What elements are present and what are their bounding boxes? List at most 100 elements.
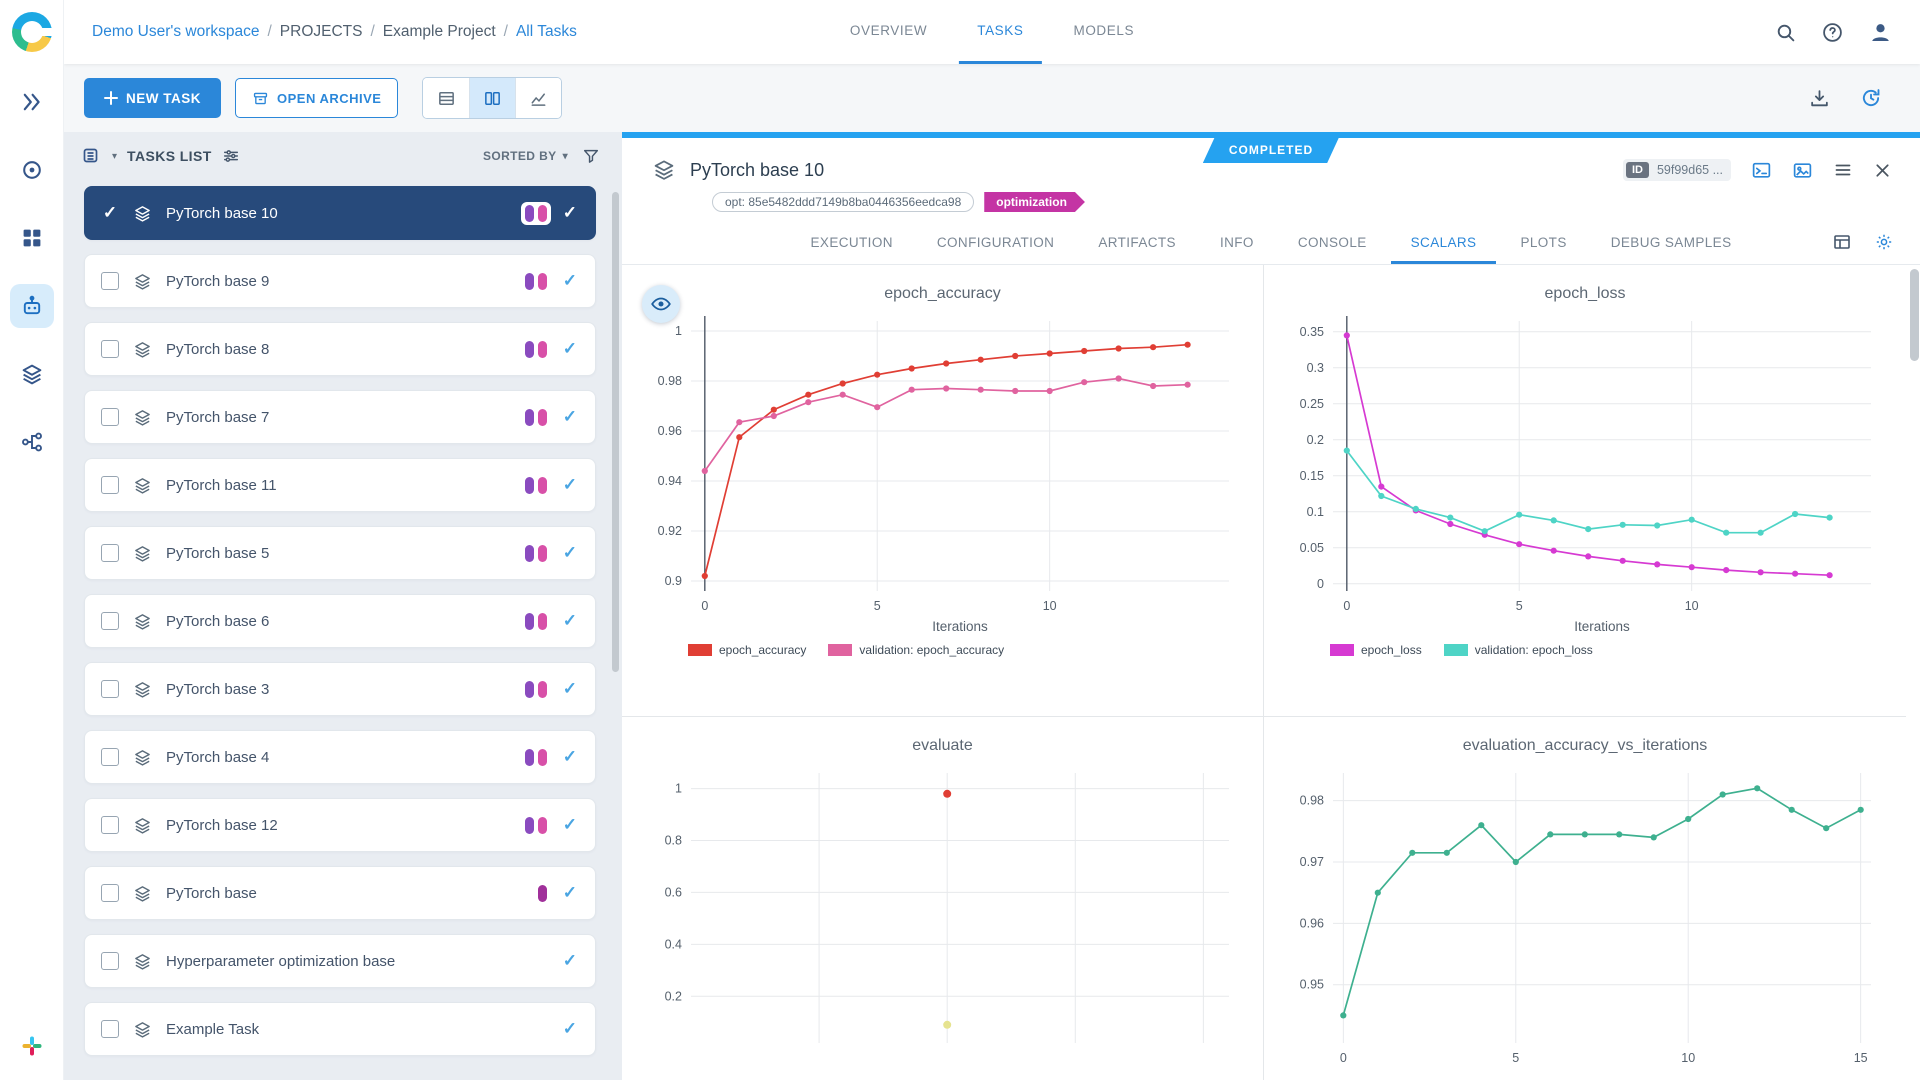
- task-list-item[interactable]: ✓PyTorch base 10✓: [84, 186, 596, 240]
- task-list-item[interactable]: Example Task✓: [84, 1002, 596, 1056]
- detail-tab-info[interactable]: INFO: [1200, 222, 1274, 264]
- row-checkbox[interactable]: [101, 816, 119, 834]
- rail-item-pipelines-icon[interactable]: [10, 420, 54, 464]
- row-checkbox[interactable]: [101, 272, 119, 290]
- search-icon[interactable]: [1775, 22, 1796, 43]
- chart-view-button[interactable]: [515, 78, 561, 118]
- task-row-right: ✓: [521, 678, 577, 701]
- console-output-icon[interactable]: [1751, 160, 1772, 181]
- sorted-by-dropdown[interactable]: SORTED BY ▾: [483, 149, 568, 163]
- task-list-item[interactable]: PyTorch base 9✓: [84, 254, 596, 308]
- body-row: NEW TASK OPEN ARCHIVE: [64, 64, 1920, 1080]
- tag-pill: [525, 273, 534, 290]
- tag-optimization[interactable]: optimization: [984, 192, 1085, 212]
- filter-icon[interactable]: [582, 147, 600, 165]
- tag-pill: [525, 205, 534, 222]
- tag-opt-id[interactable]: opt: 85e5482ddd7149b8ba0446356eedca98: [712, 192, 974, 212]
- tab-overview[interactable]: OVERVIEW: [832, 0, 945, 64]
- task-id[interactable]: ID 59f99d65 ...: [1623, 159, 1731, 181]
- tab-models[interactable]: MODELS: [1055, 0, 1152, 64]
- task-list-item[interactable]: PyTorch base 3✓: [84, 662, 596, 716]
- detail-tab-plots[interactable]: PLOTS: [1500, 222, 1586, 264]
- tag-pill: [538, 749, 547, 766]
- row-checkbox[interactable]: [101, 680, 119, 698]
- legend-item[interactable]: validation: epoch_accuracy: [828, 643, 1004, 657]
- settings-gear-icon[interactable]: [1874, 232, 1894, 252]
- detail-tab-console[interactable]: CONSOLE: [1278, 222, 1387, 264]
- detail-tab-artifacts[interactable]: ARTIFACTS: [1078, 222, 1196, 264]
- detail-tab-scalars[interactable]: SCALARS: [1391, 222, 1497, 264]
- tasks-list-scrollbar[interactable]: [612, 192, 619, 1070]
- chart-plot: 0.20.40.60.81: [633, 761, 1253, 1080]
- status-completed-check-icon: ✓: [563, 679, 577, 699]
- task-list-item[interactable]: PyTorch base 6✓: [84, 594, 596, 648]
- detail-tab-configuration[interactable]: CONFIGURATION: [917, 222, 1074, 264]
- task-list-item[interactable]: Hyperparameter optimization base✓: [84, 934, 596, 988]
- detail-tab-debug-samples[interactable]: DEBUG SAMPLES: [1591, 222, 1752, 264]
- open-archive-button[interactable]: OPEN ARCHIVE: [235, 78, 398, 118]
- slack-icon[interactable]: [10, 1024, 54, 1068]
- task-name: PyTorch base 9: [166, 273, 269, 290]
- avatar[interactable]: [1869, 21, 1892, 44]
- menu-icon[interactable]: [1833, 160, 1853, 180]
- columns-settings-icon[interactable]: [222, 147, 240, 165]
- list-view-caret-icon[interactable]: ▾: [112, 151, 117, 162]
- svg-text:0.6: 0.6: [664, 885, 681, 899]
- new-task-button[interactable]: NEW TASK: [84, 78, 221, 118]
- task-row-right: ✓: [521, 746, 577, 769]
- charts-scrollbar[interactable]: [1910, 269, 1919, 1076]
- app-root: Demo User's workspace/PROJECTS/Example P…: [0, 0, 1920, 1080]
- task-row-right: ✓: [534, 882, 577, 905]
- detail-tab-execution[interactable]: EXECUTION: [791, 222, 913, 264]
- close-icon[interactable]: [1873, 161, 1892, 180]
- row-checkbox[interactable]: [101, 408, 119, 426]
- legend-item[interactable]: validation: epoch_loss: [1444, 643, 1593, 657]
- table-view-button[interactable]: [423, 78, 469, 118]
- legend-item[interactable]: epoch_loss: [1330, 643, 1422, 657]
- rail-item-reports-icon[interactable]: [10, 216, 54, 260]
- row-checkbox[interactable]: [101, 612, 119, 630]
- task-list-item[interactable]: PyTorch base 4✓: [84, 730, 596, 784]
- task-list-item[interactable]: PyTorch base 11✓: [84, 458, 596, 512]
- task-row-right: ✓: [521, 814, 577, 837]
- rail-item-models-icon[interactable]: [10, 352, 54, 396]
- task-list-item[interactable]: PyTorch base 8✓: [84, 322, 596, 376]
- hide-show-metrics-eye-icon[interactable]: [642, 285, 680, 323]
- rail-item-experiments-icon[interactable]: [10, 284, 54, 328]
- task-list-item[interactable]: PyTorch base 7✓: [84, 390, 596, 444]
- row-checkbox-checked[interactable]: ✓: [101, 204, 119, 222]
- row-checkbox[interactable]: [101, 884, 119, 902]
- task-type-icon: [133, 544, 152, 563]
- split-view-button[interactable]: [469, 78, 515, 118]
- rail-item-orchestration-icon[interactable]: [10, 148, 54, 192]
- rail-item-launch-icon[interactable]: [10, 80, 54, 124]
- row-checkbox[interactable]: [101, 544, 119, 562]
- task-tag-pills: [521, 814, 551, 837]
- help-icon[interactable]: [1822, 22, 1843, 43]
- status-completed-check-icon: ✓: [563, 407, 577, 427]
- auto-refresh-icon[interactable]: [1860, 87, 1882, 109]
- row-checkbox[interactable]: [101, 748, 119, 766]
- clearml-logo-icon[interactable]: [12, 12, 52, 52]
- row-checkbox[interactable]: [101, 476, 119, 494]
- tag-pill: [525, 749, 534, 766]
- breadcrumb-item[interactable]: Demo User's workspace: [92, 23, 259, 41]
- row-checkbox[interactable]: [101, 340, 119, 358]
- download-icon[interactable]: [1809, 88, 1830, 109]
- task-list-item[interactable]: PyTorch base 12✓: [84, 798, 596, 852]
- status-completed-check-icon: ✓: [563, 339, 577, 359]
- list-view-selector-icon[interactable]: [82, 146, 102, 166]
- breadcrumb-item[interactable]: All Tasks: [516, 23, 577, 41]
- image-preview-icon[interactable]: [1792, 160, 1813, 181]
- tab-tasks[interactable]: TASKS: [959, 0, 1041, 64]
- task-type-icon: [133, 204, 152, 223]
- legend-item[interactable]: epoch_accuracy: [688, 643, 806, 657]
- task-list-item[interactable]: PyTorch base 5✓: [84, 526, 596, 580]
- metrics-table-icon[interactable]: [1832, 232, 1852, 252]
- svg-text:1: 1: [675, 324, 682, 338]
- task-list-item[interactable]: PyTorch base✓: [84, 866, 596, 920]
- row-checkbox[interactable]: [101, 952, 119, 970]
- rail-items: [10, 80, 54, 464]
- task-type-icon: [133, 748, 152, 767]
- row-checkbox[interactable]: [101, 1020, 119, 1038]
